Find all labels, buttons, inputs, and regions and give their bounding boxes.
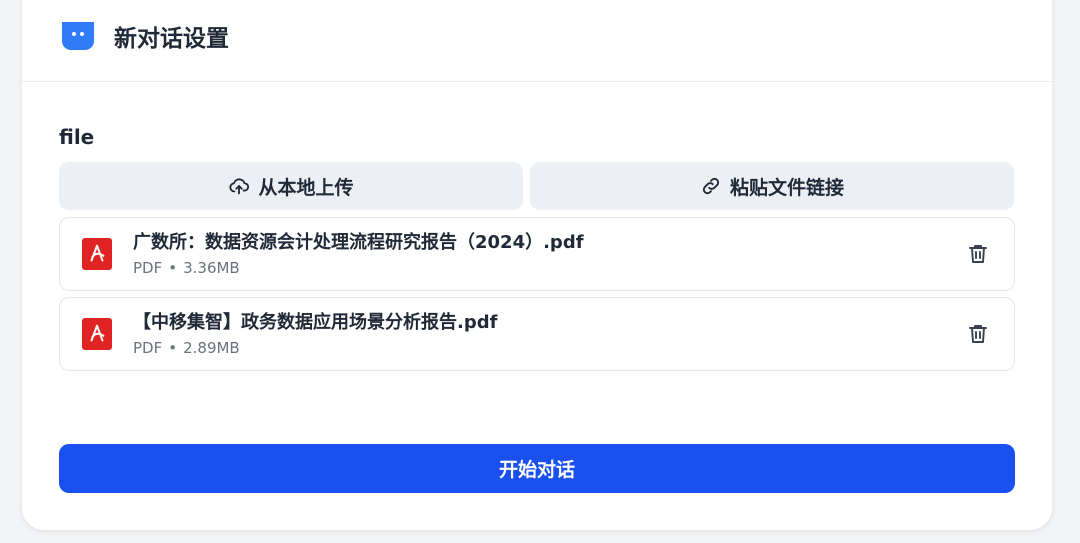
- file-list-item: 广数所：数据资源会计处理流程研究报告（2024）.pdf PDF • 3.36MB: [59, 217, 1015, 291]
- file-type: PDF: [133, 339, 163, 357]
- meta-separator: •: [168, 339, 178, 357]
- chat-bot-icon: [62, 22, 94, 50]
- paste-link-button[interactable]: 粘贴文件链接: [530, 162, 1014, 210]
- upload-local-label: 从本地上传: [258, 176, 354, 199]
- pdf-file-icon: [82, 238, 112, 270]
- meta-separator: •: [168, 259, 178, 277]
- bot-eye-left: [72, 32, 76, 36]
- file-size: 3.36MB: [183, 259, 240, 277]
- file-list-item: 【中移集智】政务数据应用场景分析报告.pdf PDF • 2.89MB: [59, 297, 1015, 371]
- new-chat-settings-card: 新对话设置 file 从本地上传 粘贴文件链接 广数所：数据资源会计处理流程研究…: [22, 0, 1052, 530]
- file-meta: PDF • 3.36MB: [133, 258, 240, 278]
- trash-icon[interactable]: [966, 242, 990, 266]
- trash-icon[interactable]: [966, 322, 990, 346]
- file-name: 广数所：数据资源会计处理流程研究报告（2024）.pdf: [133, 232, 584, 253]
- start-chat-button[interactable]: 开始对话: [59, 444, 1015, 493]
- dialog-title: 新对话设置: [114, 26, 229, 52]
- file-size: 2.89MB: [183, 339, 240, 357]
- dialog-header: 新对话设置: [22, 0, 1052, 82]
- upload-local-button[interactable]: 从本地上传: [59, 162, 523, 210]
- file-name: 【中移集智】政务数据应用场景分析报告.pdf: [133, 312, 498, 333]
- link-icon: [702, 177, 720, 195]
- cloud-upload-icon: [229, 178, 250, 195]
- pdf-file-icon: [82, 318, 112, 350]
- file-section-label: file: [59, 125, 95, 149]
- paste-link-label: 粘贴文件链接: [729, 176, 844, 199]
- file-type: PDF: [133, 259, 163, 277]
- file-meta: PDF • 2.89MB: [133, 338, 240, 358]
- bot-eye-right: [80, 32, 84, 36]
